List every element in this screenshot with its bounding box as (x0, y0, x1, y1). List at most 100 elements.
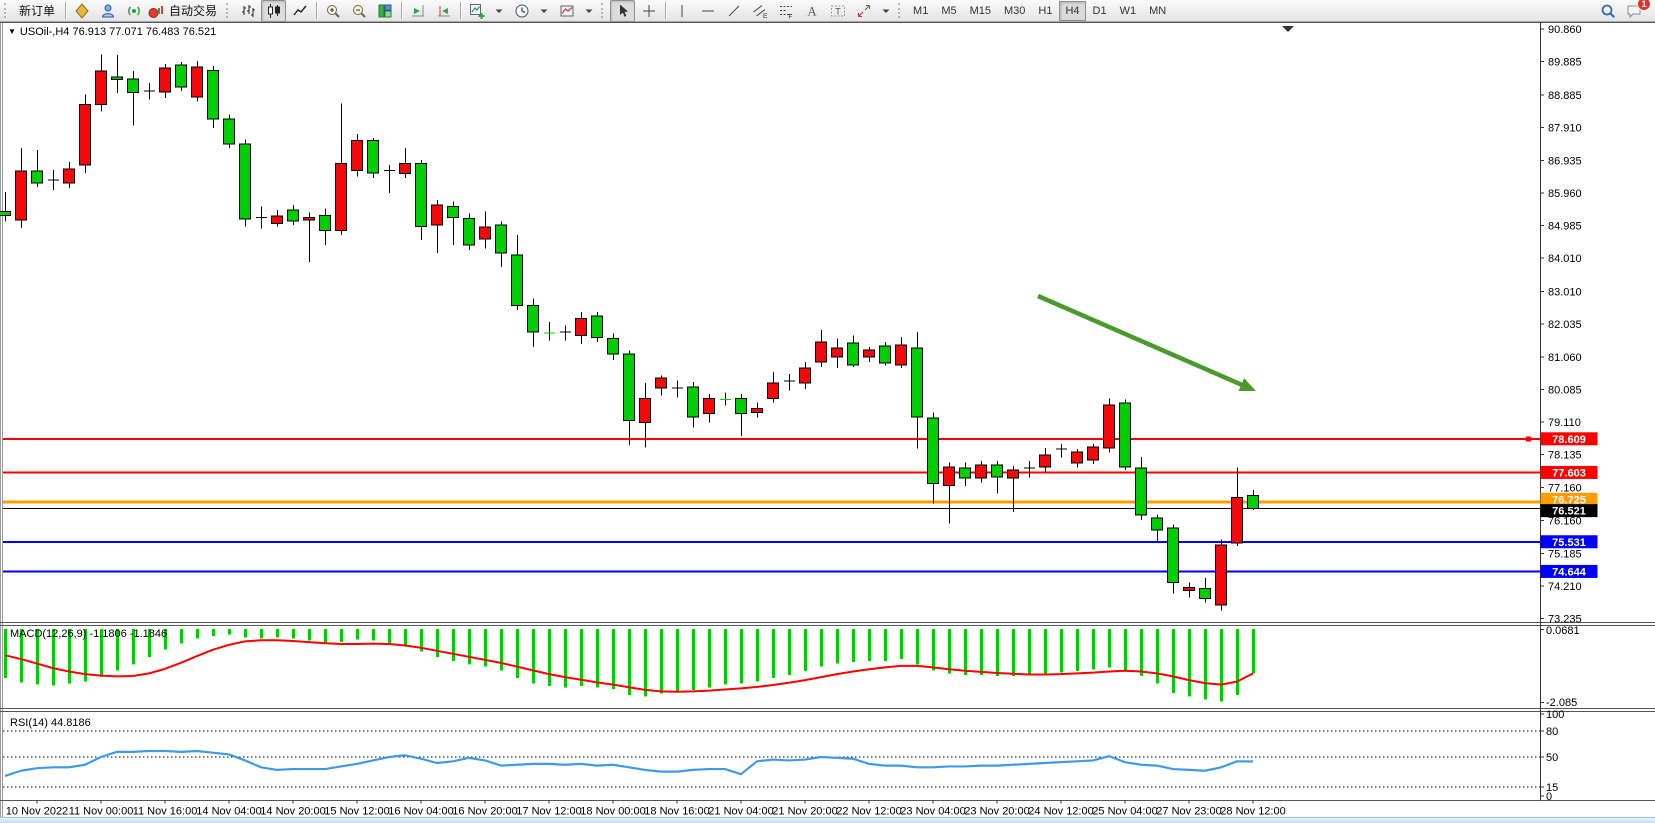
price-tick-label: 88.885 (1548, 90, 1582, 102)
channel-tool-button[interactable]: E (747, 0, 772, 22)
notifications-button[interactable]: 1 (1621, 0, 1646, 22)
toolbar-grip[interactable] (226, 3, 231, 18)
timeframe-D1-button[interactable]: D1 (1087, 1, 1113, 21)
macd-bar (820, 629, 823, 667)
tile-windows-button[interactable] (372, 0, 397, 22)
add-indicator-button[interactable] (464, 0, 489, 22)
macd-bar (612, 629, 615, 689)
timeframe-MN-button[interactable]: MN (1143, 1, 1172, 21)
candle (272, 216, 283, 223)
timeframe-M5-button[interactable]: M5 (935, 1, 962, 21)
candle (1040, 455, 1051, 467)
time-tick-label: 21 Nov 20:00 (772, 806, 837, 818)
macd-bar (244, 629, 247, 637)
svg-text:E: E (763, 13, 768, 19)
zoom-in-button[interactable] (320, 0, 345, 22)
timeframe-M30-button[interactable]: M30 (998, 1, 1031, 21)
accounts-button[interactable] (95, 0, 120, 22)
svg-text:F: F (788, 13, 792, 19)
timeframe-M1-button[interactable]: M1 (907, 1, 934, 21)
price-tick-label: 87.910 (1548, 123, 1582, 135)
candle (1232, 497, 1243, 543)
horizontal-line-tool-button[interactable] (695, 0, 720, 22)
add-indicator-dropdown[interactable] (490, 0, 508, 22)
macd-bar (596, 629, 599, 687)
timeframe-W1-button[interactable]: W1 (1114, 1, 1143, 21)
time-tick-label: 21 Nov 04:00 (708, 806, 773, 818)
arrows-dropdown[interactable] (877, 0, 895, 22)
fibonacci-tool-button[interactable]: F (773, 0, 798, 22)
candle (64, 169, 75, 183)
tile-windows-icon (377, 3, 393, 19)
macd-axis-max: 0.0681 (1546, 625, 1580, 637)
zoom-out-button[interactable] (346, 0, 371, 22)
macd-bar (1172, 629, 1175, 693)
autotrading-button[interactable]: 自动交易 (147, 0, 223, 22)
macd-bar (644, 629, 647, 697)
timeframe-H4-button[interactable]: H4 (1059, 1, 1085, 21)
arrows-tool-button[interactable] (851, 0, 876, 22)
gold-diamond-button[interactable] (69, 0, 94, 22)
chart-canvas[interactable]: 90.86089.88588.88587.91086.93585.96084.9… (0, 22, 1655, 817)
time-tick-label: 16 Nov 20:00 (452, 806, 517, 818)
dropdown-caret-icon (491, 3, 507, 19)
macd-bar (980, 629, 983, 675)
candle (608, 339, 619, 354)
symbol-label: ▼USOil-,H4 76.913 77.071 76.483 76.521 (8, 26, 216, 38)
candle (624, 354, 635, 421)
bar-chart-button[interactable] (235, 0, 260, 22)
templates-button[interactable] (554, 0, 579, 22)
macd-bar (756, 629, 759, 682)
toolbar-grip[interactable] (601, 3, 606, 18)
line-chart-button[interactable] (287, 0, 312, 22)
trendline-tool-button[interactable] (721, 0, 746, 22)
dropdown-caret-icon (536, 3, 552, 19)
candlestick-icon (266, 3, 282, 19)
vertical-line-tool-button[interactable] (669, 0, 694, 22)
time-tick-label: 22 Nov 12:00 (836, 806, 901, 818)
zoom-out-icon (351, 3, 367, 19)
search-button[interactable] (1595, 0, 1620, 22)
candle (1120, 403, 1131, 467)
template-icon (559, 3, 575, 19)
cursor-tool-button[interactable] (610, 0, 635, 22)
periods-dropdown[interactable] (535, 0, 553, 22)
toolbar-grip[interactable] (898, 3, 903, 18)
macd-bar (804, 629, 807, 671)
toolbar-grip[interactable] (4, 3, 9, 18)
candlestick-chart-button[interactable] (261, 0, 286, 22)
timeframe-H1-button[interactable]: H1 (1032, 1, 1058, 21)
text-tool-button[interactable]: A (799, 0, 824, 22)
periods-button[interactable] (509, 0, 534, 22)
hline-handle[interactable] (1526, 436, 1531, 441)
symbol-dropdown-icon[interactable]: ▼ (8, 27, 16, 36)
signals-button[interactable] (121, 0, 146, 22)
candle (0, 212, 11, 216)
candle (112, 77, 123, 79)
candle (928, 418, 939, 483)
price-tick-label: 75.185 (1548, 548, 1582, 560)
auto-scroll-button[interactable] (405, 0, 430, 22)
chart-window[interactable]: 90.86089.88588.88587.91086.93585.96084.9… (0, 22, 1655, 817)
macd-bar (324, 629, 327, 643)
new-order-button[interactable]: 新订单 (13, 0, 61, 22)
periods-clock-icon (514, 3, 530, 19)
price-tick-label: 79.110 (1548, 417, 1581, 429)
candle (96, 71, 107, 104)
label-tool-button[interactable]: T (825, 0, 850, 22)
crosshair-tool-button[interactable] (636, 0, 661, 22)
candle (960, 468, 971, 478)
macd-indicator-label: MACD(12,26,9) -1.1806 -1.1846 (10, 628, 167, 640)
macd-bar (1188, 629, 1191, 697)
chart-shift-button[interactable] (431, 0, 456, 22)
templates-dropdown[interactable] (580, 0, 598, 22)
time-tick-label: 28 Nov 12:00 (1220, 806, 1285, 818)
timeframe-M15-button[interactable]: M15 (964, 1, 997, 21)
current-price-badge-text: 76.521 (1552, 506, 1586, 518)
macd-bar (308, 629, 311, 640)
candle (208, 70, 219, 119)
price-tick-label: 83.010 (1548, 287, 1582, 299)
text-icon: A (804, 3, 820, 19)
rsi-axis-label: 100 (1546, 709, 1564, 721)
price-tick-label: 82.035 (1548, 319, 1582, 331)
